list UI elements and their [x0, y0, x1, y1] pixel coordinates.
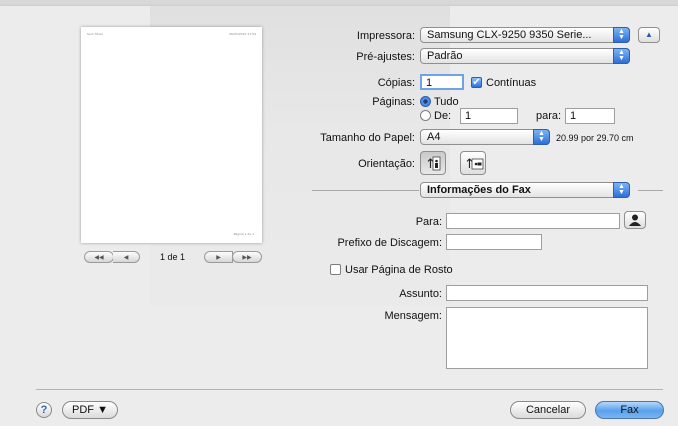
preview-footer: Página 1 de 1 [233, 232, 254, 236]
dial-prefix-input[interactable] [446, 234, 542, 250]
cancel-button[interactable]: Cancelar [510, 401, 586, 419]
pages-range-radio[interactable] [420, 110, 431, 121]
preview-header-left: Sem Título [87, 32, 104, 36]
page-indicator: 1 de 1 [160, 252, 186, 262]
chevron-updown-icon: ▲ ▼ [613, 182, 630, 198]
portrait-icon: ↑ [425, 156, 441, 172]
chevron-updown-icon: ▲ ▼ [613, 27, 630, 43]
contact-icon [629, 214, 641, 226]
cover-page-checkbox[interactable] [330, 264, 341, 275]
first-page-button[interactable]: ◀◀ [84, 251, 114, 263]
paper-size-label: Tamanho do Papel: [320, 132, 415, 144]
landscape-icon: ↑ [464, 157, 484, 172]
pages-from-label: De: [434, 110, 452, 122]
pages-all-radio[interactable] [420, 96, 431, 107]
collated-checkbox[interactable]: ✔ [471, 77, 482, 88]
chevron-updown-icon: ▲ ▼ [533, 129, 550, 145]
last-page-button[interactable]: ▶▶ [232, 251, 262, 263]
help-button[interactable]: ? [36, 402, 52, 418]
printer-select[interactable]: Samsung CLX-9250 9350 Serie... ▲ ▼ [420, 27, 630, 43]
paper-dimensions: 20.99 por 29.70 cm [556, 133, 634, 143]
subject-label: Assunto: [399, 288, 442, 300]
preview-header-right: 26/05/2010 17:54 [229, 32, 256, 36]
fax-to-input[interactable] [446, 213, 620, 229]
presets-select[interactable]: Padrão ▲ ▼ [420, 48, 630, 64]
separator-left [312, 190, 419, 191]
printer-select-value: Samsung CLX-9250 9350 Serie... [427, 29, 592, 41]
printer-label: Impressora: [356, 30, 415, 42]
pages-all-label: Tudo [434, 96, 459, 108]
footer-divider [36, 389, 663, 390]
fax-button[interactable]: Fax [595, 401, 664, 419]
presets-label: Pré-ajustes: [356, 51, 415, 63]
message-label: Mensagem: [384, 310, 442, 322]
portrait-orientation-button[interactable]: ↑ [420, 151, 446, 175]
orientation-label: Orientação: [358, 158, 415, 170]
copies-input[interactable]: 1 [420, 74, 464, 90]
pages-from-input[interactable]: 1 [460, 108, 518, 124]
fax-to-label: Para: [415, 216, 442, 228]
landscape-orientation-button[interactable]: ↑ [460, 151, 486, 175]
section-select-value: Informações do Fax [427, 184, 531, 196]
subject-input[interactable] [446, 285, 648, 301]
disclosure-button[interactable]: ▲ [638, 27, 660, 43]
copies-label: Cópias: [377, 77, 415, 89]
pages-label: Páginas: [372, 96, 415, 108]
previous-page-button[interactable]: ◀ [113, 251, 140, 263]
address-book-button[interactable] [624, 211, 646, 229]
page-preview: Sem Título 26/05/2010 17:54 Página 1 de … [81, 27, 262, 243]
pages-to-label: para: [536, 110, 562, 122]
collated-label: Contínuas [486, 77, 537, 89]
presets-select-value: Padrão [427, 50, 463, 62]
chevron-updown-icon: ▲ ▼ [613, 48, 630, 64]
next-page-button[interactable]: ▶ [204, 251, 233, 263]
pages-to-input[interactable]: 1 [565, 108, 615, 124]
cover-page-label: Usar Página de Rosto [345, 264, 453, 276]
paper-size-value: A4 [427, 131, 441, 143]
dial-prefix-label: Prefixo de Discagem: [337, 237, 442, 249]
separator-right [638, 190, 663, 191]
paper-size-select[interactable]: A4 ▲ ▼ [420, 129, 550, 145]
pdf-menu-button[interactable]: PDF ▼ [62, 401, 118, 419]
message-textarea[interactable] [446, 307, 648, 369]
section-select[interactable]: Informações do Fax ▲ ▼ [420, 182, 630, 198]
